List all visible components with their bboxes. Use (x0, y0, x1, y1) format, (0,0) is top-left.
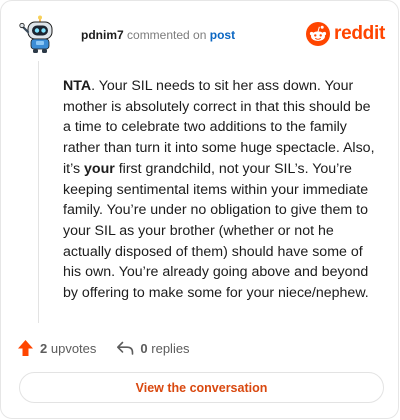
comment-meta: pdnim7 commented on post (81, 27, 235, 43)
user-avatar[interactable] (19, 15, 59, 55)
comment-lead: NTA (63, 78, 92, 94)
comment-text-part-2: first grandchild, not your SIL’s. You’re… (63, 160, 369, 302)
reply-label: replies (151, 340, 190, 356)
upvote-button[interactable]: 2 upvotes (17, 339, 96, 357)
comment-embed-card: pdnim7 commented on post reddit NTA. You… (0, 0, 399, 419)
comment-body: NTA. Your SIL needs to sit her ass down.… (63, 76, 379, 304)
comment-header: pdnim7 commented on post reddit (19, 15, 385, 59)
comment-actions: 2 upvotes 0 replies (17, 337, 190, 359)
reply-arrow-icon (117, 341, 134, 355)
upvote-label: upvotes (50, 340, 97, 356)
reply-count: 0 (140, 340, 148, 356)
reddit-snoo-logo-icon (306, 22, 331, 46)
reddit-brand[interactable]: reddit (306, 22, 385, 46)
upvote-count: 2 (40, 340, 48, 356)
comment-emphasis: your (84, 160, 115, 177)
thread-line (38, 61, 39, 323)
robot-avatar-icon (19, 15, 53, 53)
view-conversation-button[interactable]: View the conversation (19, 372, 384, 403)
post-link[interactable]: post (210, 28, 235, 42)
reply-button[interactable]: 0 replies (116, 340, 190, 356)
reddit-wordmark: reddit (334, 23, 385, 44)
upvote-arrow-icon (18, 340, 33, 356)
username[interactable]: pdnim7 (81, 28, 124, 42)
action-verb: commented on (127, 28, 207, 42)
